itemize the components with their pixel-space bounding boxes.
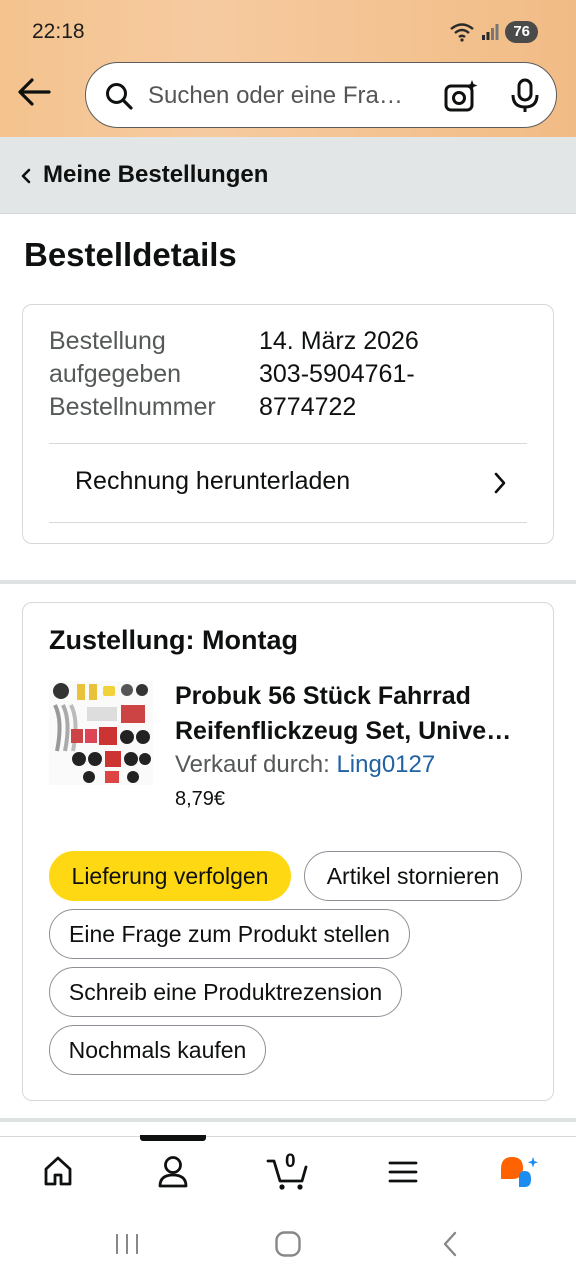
system-navigation-bar bbox=[0, 1210, 576, 1280]
seller-info: Verkauf durch: Ling0127 bbox=[175, 751, 435, 779]
download-invoice-label[interactable]: Rechnung herunterladen bbox=[75, 467, 350, 496]
back-arrow-icon[interactable] bbox=[16, 76, 52, 108]
cart-count-badge: 0 bbox=[285, 1151, 296, 1172]
write-review-button[interactable]: Schreib eine Produktrezension bbox=[49, 967, 402, 1017]
delivery-title: Zustellung: Montag bbox=[49, 625, 298, 655]
ask-question-button[interactable]: Eine Frage zum Produkt stellen bbox=[49, 909, 410, 959]
divider bbox=[49, 522, 527, 523]
seller-link[interactable]: Ling0127 bbox=[336, 751, 435, 778]
breadcrumb[interactable]: Meine Bestellungen bbox=[0, 137, 576, 214]
menu-icon[interactable] bbox=[388, 1159, 418, 1185]
seller-prefix: Verkauf durch: bbox=[175, 751, 337, 778]
battery-badge: 76 bbox=[505, 21, 538, 43]
rufus-assistant-icon[interactable] bbox=[497, 1153, 539, 1191]
search-bar[interactable]: Suchen oder eine Fra… bbox=[85, 62, 557, 128]
home-icon[interactable] bbox=[42, 1155, 74, 1187]
order-number-value-line2: 8774722 bbox=[259, 393, 357, 421]
product-title-line1[interactable]: Probuk 56 Stück Fahrrad bbox=[175, 679, 535, 714]
order-number-value-line1: 303-5904761- bbox=[259, 360, 415, 388]
cancel-item-button[interactable]: Artikel stornieren bbox=[304, 851, 522, 901]
status-time: 22:18 bbox=[32, 20, 85, 43]
order-number-label: Bestellnummer bbox=[49, 393, 216, 421]
download-invoice-row[interactable]: Rechnung herunterladen bbox=[23, 445, 553, 523]
status-icons: 76 bbox=[449, 20, 538, 44]
account-icon[interactable] bbox=[157, 1155, 189, 1189]
search-input[interactable]: Suchen oder eine Fra… bbox=[148, 82, 428, 110]
status-bar: 22:18 76 bbox=[0, 0, 576, 62]
wifi-icon bbox=[450, 23, 475, 42]
system-back-icon[interactable] bbox=[440, 1230, 460, 1258]
chevron-right-icon bbox=[494, 472, 506, 494]
recent-apps-icon[interactable] bbox=[114, 1232, 140, 1256]
order-info-card: Bestellung aufgegeben Bestellnummer 14. … bbox=[22, 304, 554, 544]
signal-icon bbox=[482, 24, 499, 40]
active-tab-indicator bbox=[140, 1135, 206, 1141]
order-date-label-line2: aufgegeben bbox=[49, 360, 182, 388]
app-header: 22:18 76 Suchen oder eine Fra… bbox=[0, 0, 576, 137]
page-title: Bestelldetails bbox=[24, 236, 237, 273]
breadcrumb-link[interactable]: Meine Bestellungen bbox=[43, 161, 268, 189]
order-date-value: 14. März 2026 bbox=[259, 327, 419, 355]
delivery-card: Zustellung: Montag Probuk 56 Stück Fahrr… bbox=[22, 602, 554, 1101]
order-date-label-line1: Bestellung bbox=[49, 327, 166, 355]
bottom-navigation: 0 bbox=[0, 1135, 576, 1210]
product-thumbnail[interactable] bbox=[49, 681, 153, 785]
search-icon bbox=[106, 83, 133, 110]
product-title-line2[interactable]: Reifenflickzeug Set, Unive… bbox=[175, 714, 535, 749]
chevron-left-icon bbox=[21, 168, 31, 184]
section-separator bbox=[0, 580, 576, 584]
product-price: 8,79€ bbox=[175, 788, 226, 810]
buy-again-button[interactable]: Nochmals kaufen bbox=[49, 1025, 266, 1075]
microphone-icon[interactable] bbox=[510, 78, 540, 114]
home-button-icon[interactable] bbox=[274, 1230, 302, 1258]
track-delivery-button[interactable]: Lieferung verfolgen bbox=[49, 851, 291, 901]
section-separator bbox=[0, 1118, 576, 1122]
camera-lens-icon[interactable] bbox=[443, 79, 479, 113]
product-title[interactable]: Probuk 56 Stück Fahrrad Reifenflickzeug … bbox=[175, 679, 535, 749]
divider bbox=[49, 443, 527, 444]
